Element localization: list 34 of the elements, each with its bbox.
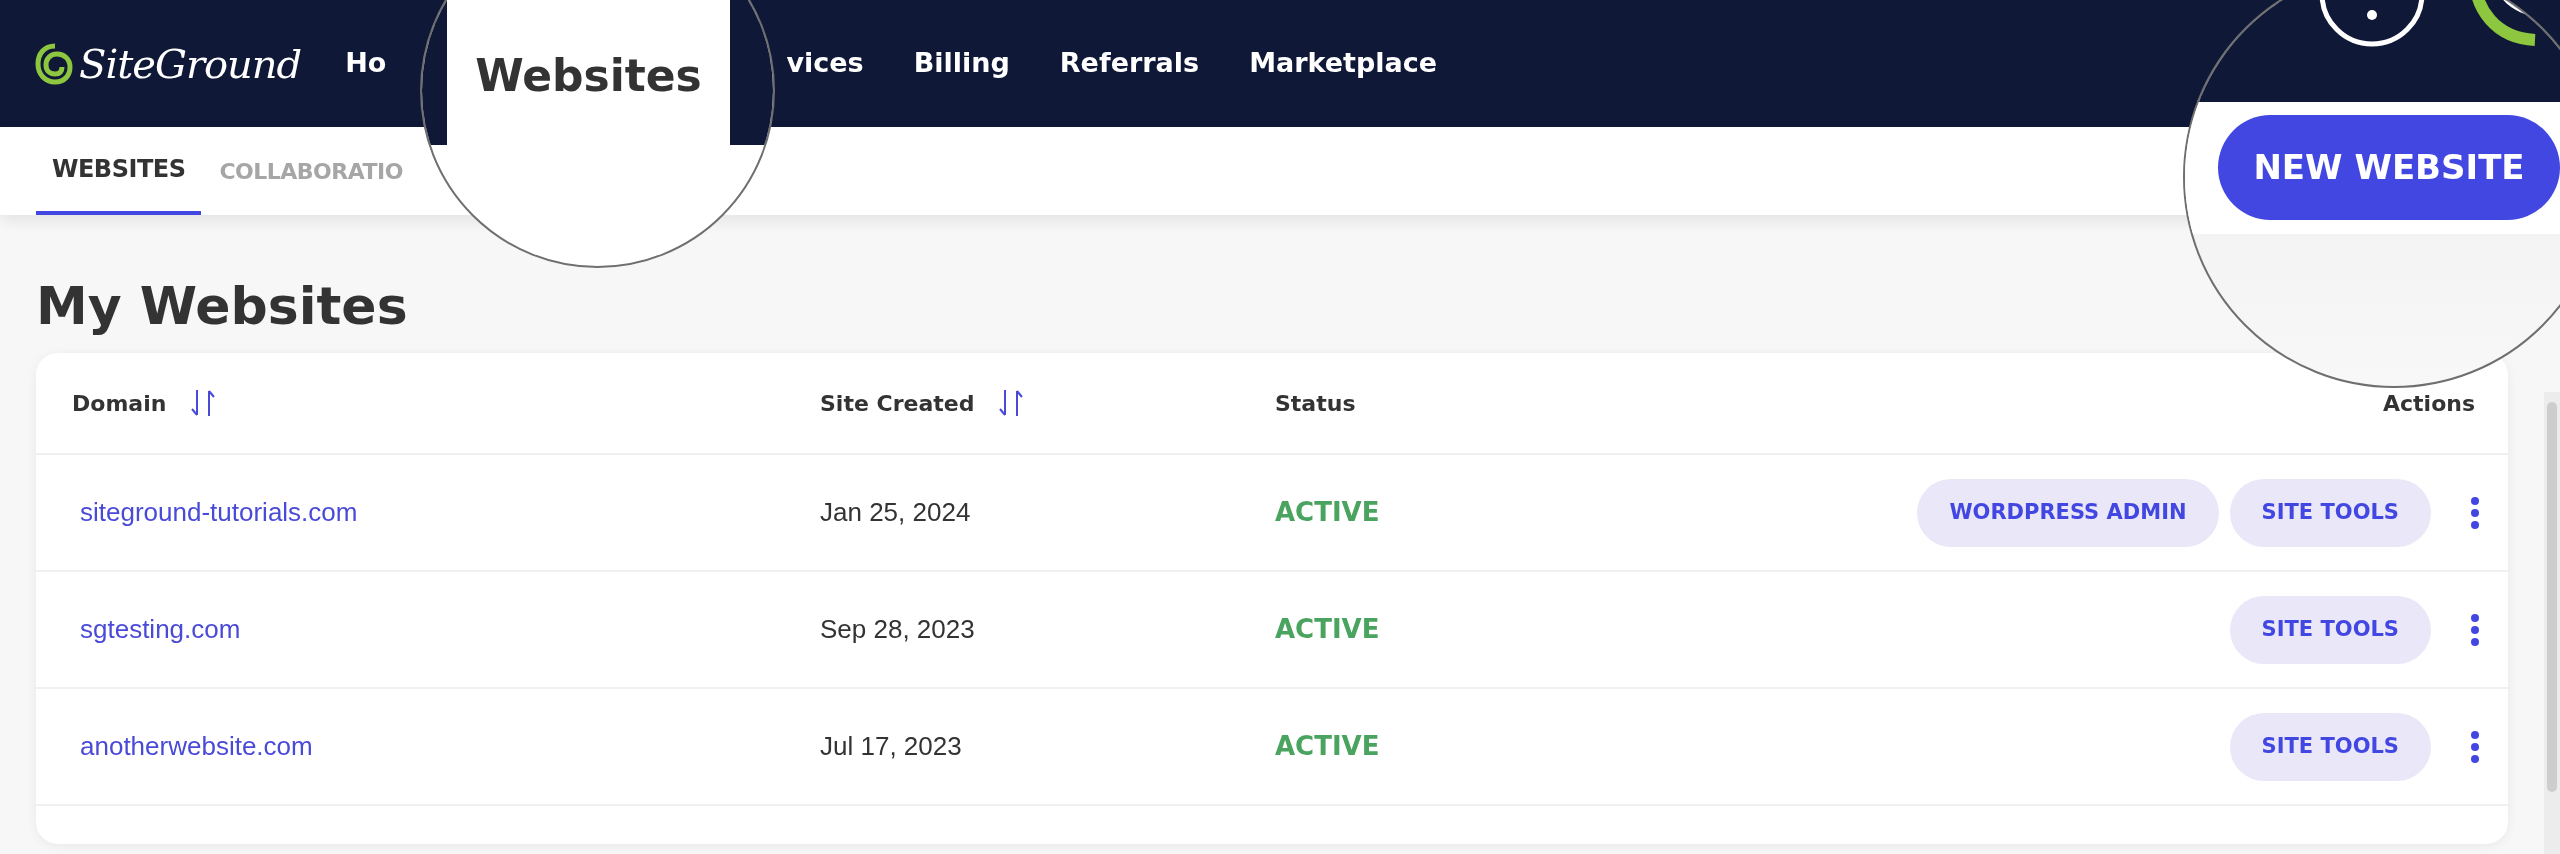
column-header[interactable]: Site Created bbox=[820, 386, 975, 420]
action-button[interactable]: SITE TOOLS bbox=[2229, 712, 2431, 781]
status-label: ACTIVE bbox=[1275, 730, 1381, 763]
domain-link[interactable]: anotherwebsite.com bbox=[80, 731, 313, 761]
action-button[interactable]: SITE TOOLS bbox=[2229, 478, 2431, 547]
domain-link[interactable]: siteground-tutorials.com bbox=[80, 497, 358, 527]
logo-text[interactable]: SiteGround bbox=[79, 33, 302, 94]
more-icon[interactable] bbox=[2470, 730, 2480, 763]
domain-link[interactable]: sgtesting.com bbox=[80, 614, 241, 644]
sub-tab[interactable]: WEBSITES bbox=[36, 127, 202, 215]
more-icon[interactable] bbox=[2470, 496, 2480, 529]
column-header: Actions bbox=[2383, 389, 2475, 418]
nav-link[interactable]: Referrals bbox=[1059, 43, 1200, 84]
nav-tab[interactable]: Websites bbox=[447, 0, 730, 145]
scrollbar[interactable] bbox=[2544, 392, 2560, 854]
nav-link[interactable]: vices bbox=[786, 43, 864, 84]
new-website-button[interactable]: NEW WEBSITE bbox=[2218, 115, 2560, 220]
created-date: Jul 17, 2023 bbox=[820, 730, 963, 763]
status-label: ACTIVE bbox=[1275, 496, 1381, 529]
column-header: Status bbox=[1275, 389, 1356, 418]
nav-link[interactable]: Marketplace bbox=[1249, 43, 1438, 84]
created-date: Jan 25, 2024 bbox=[820, 496, 972, 529]
sort-icon[interactable] bbox=[998, 388, 1025, 418]
nav-link[interactable]: Ho bbox=[345, 43, 387, 84]
created-date: Sep 28, 2023 bbox=[820, 613, 976, 646]
column-header[interactable]: Domain bbox=[72, 386, 167, 420]
status-label: ACTIVE bbox=[1275, 613, 1381, 646]
sort-icon[interactable] bbox=[190, 388, 217, 418]
nav-link[interactable]: Billing bbox=[913, 43, 1010, 84]
page-title: My Websites bbox=[36, 275, 409, 338]
logo-icon bbox=[35, 41, 75, 86]
action-button[interactable]: SITE TOOLS bbox=[2229, 595, 2431, 664]
action-button[interactable]: WORDPRESS ADMIN bbox=[1917, 478, 2219, 547]
more-icon[interactable] bbox=[2470, 613, 2480, 646]
